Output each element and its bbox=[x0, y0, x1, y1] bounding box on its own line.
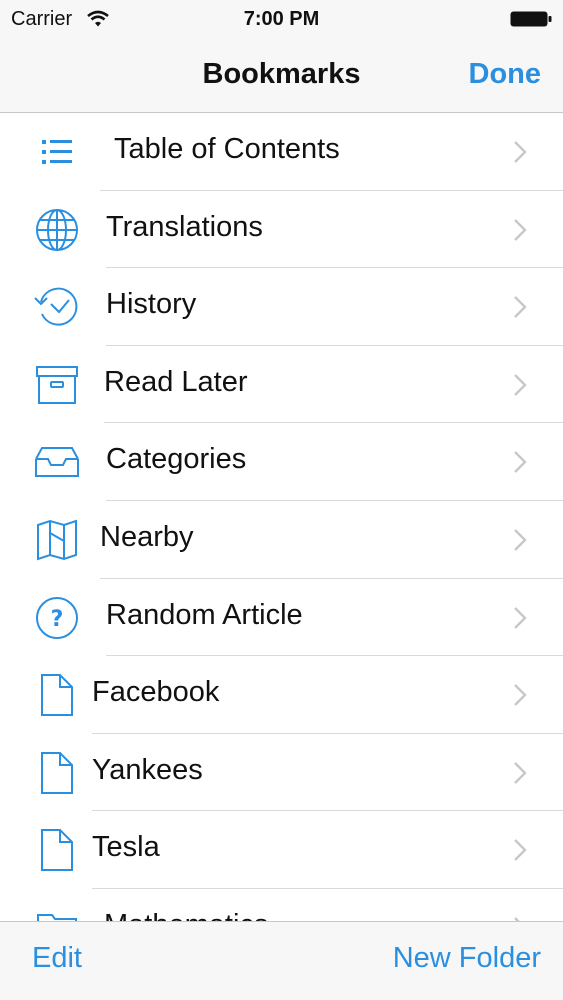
done-button[interactable]: Done bbox=[469, 58, 542, 91]
list-item-tesla[interactable]: Tesla bbox=[0, 811, 563, 889]
list-item-nearby[interactable]: Nearby bbox=[0, 501, 563, 579]
document-icon bbox=[32, 671, 82, 719]
list-item-label: Categories bbox=[106, 443, 247, 476]
globe-icon bbox=[32, 206, 82, 254]
chevron-right-icon bbox=[514, 451, 527, 474]
chevron-right-icon bbox=[514, 218, 527, 241]
edit-button[interactable]: Edit bbox=[32, 942, 82, 975]
list-item-facebook[interactable]: Facebook bbox=[0, 656, 563, 734]
document-icon bbox=[32, 749, 82, 797]
list-item-table-of-contents[interactable]: Table of Contents bbox=[0, 113, 563, 191]
chevron-right-icon bbox=[514, 761, 527, 784]
chevron-right-icon bbox=[514, 141, 527, 163]
question-circle-icon: ? bbox=[32, 594, 82, 642]
list-item-label: Yankees bbox=[92, 753, 203, 786]
chevron-right-icon bbox=[514, 684, 527, 707]
list-item-label: Read Later bbox=[104, 365, 248, 398]
list-item-label: Nearby bbox=[100, 520, 194, 553]
list-item-read-later[interactable]: Read Later bbox=[0, 346, 563, 424]
list-item-label: Random Article bbox=[106, 598, 303, 631]
archive-box-icon bbox=[32, 361, 82, 409]
list-item-yankees[interactable]: Yankees bbox=[0, 734, 563, 812]
list-item-label: History bbox=[106, 288, 197, 321]
battery-icon bbox=[510, 11, 552, 27]
status-bar: Carrier 7:00 PM bbox=[0, 0, 563, 40]
svg-text:?: ? bbox=[51, 607, 64, 632]
folder-icon bbox=[32, 904, 82, 921]
navigation-bar: Bookmarks Done bbox=[0, 40, 563, 113]
list-item-label: Translations bbox=[106, 210, 263, 243]
chevron-right-icon bbox=[514, 373, 527, 396]
list-item-translations[interactable]: Translations bbox=[0, 191, 563, 269]
list-item-label: Table of Contents bbox=[114, 133, 340, 165]
chevron-right-icon bbox=[514, 606, 527, 629]
list-item-random-article[interactable]: ? Random Article bbox=[0, 579, 563, 657]
status-time: 7:00 PM bbox=[243, 8, 320, 30]
document-icon bbox=[32, 826, 82, 874]
list-item-label: Facebook bbox=[92, 676, 220, 709]
bottom-toolbar: Edit New Folder bbox=[0, 921, 563, 1000]
new-folder-button[interactable]: New Folder bbox=[393, 942, 541, 975]
inbox-tray-icon bbox=[32, 438, 82, 486]
list-item-label: Tesla bbox=[92, 831, 160, 864]
list-icon bbox=[32, 128, 82, 176]
chevron-right-icon bbox=[514, 296, 527, 319]
list-item-categories[interactable]: Categories bbox=[0, 423, 563, 501]
bookmarks-list[interactable]: Table of Contents Translations History R… bbox=[0, 113, 563, 921]
list-item-label: Mathematics bbox=[104, 909, 268, 921]
list-item-mathematics[interactable]: Mathematics bbox=[0, 889, 563, 921]
history-clock-icon bbox=[32, 283, 82, 331]
chevron-right-icon bbox=[514, 839, 527, 862]
chevron-right-icon bbox=[514, 529, 527, 551]
map-icon bbox=[32, 516, 82, 564]
list-item-history[interactable]: History bbox=[0, 268, 563, 346]
